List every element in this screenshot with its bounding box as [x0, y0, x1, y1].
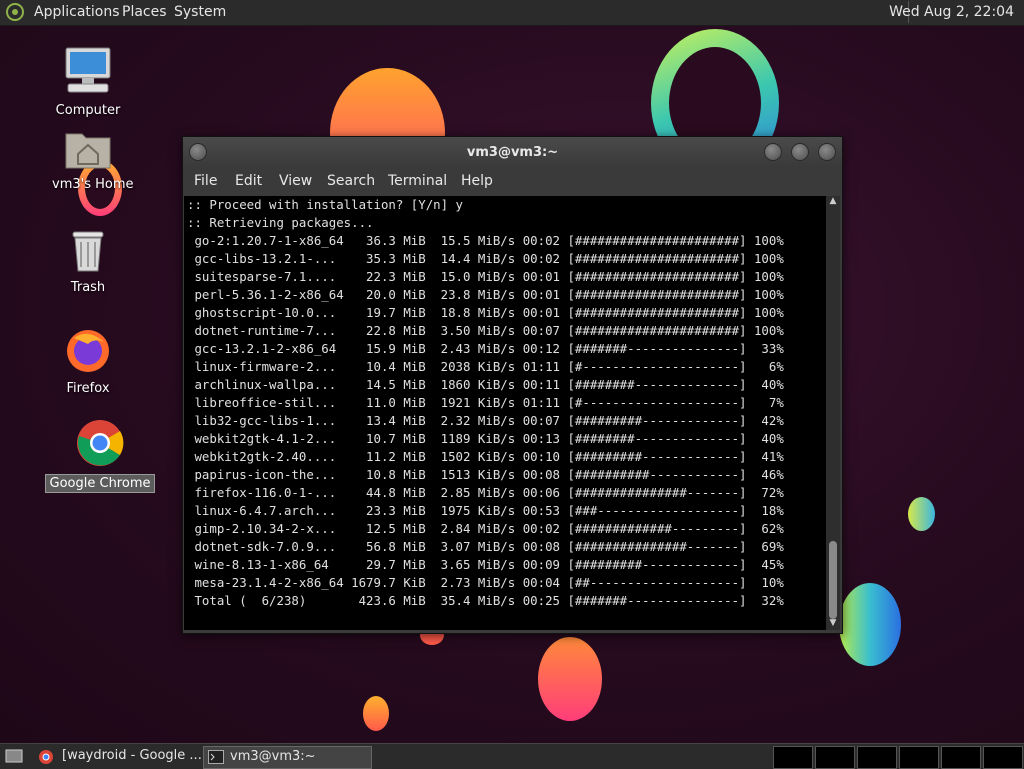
terminal-line: wine-8.13-1-x86_64 29.7 MiB 3.65 MiB/s 0…: [187, 557, 784, 572]
terminal-line: perl-5.36.1-2-x86_64 20.0 MiB 23.8 MiB/s…: [187, 287, 784, 302]
terminal-line: dotnet-sdk-7.0.9... 56.8 MiB 3.07 MiB/s …: [187, 539, 784, 554]
clock[interactable]: Wed Aug 2, 22:04: [889, 4, 1014, 20]
terminal-line: gcc-libs-13.2.1-... 35.3 MiB 14.4 MiB/s …: [187, 251, 784, 266]
desktop-icon-label: Google Chrome: [44, 474, 156, 493]
scroll-down-arrow-icon[interactable]: ▼: [826, 618, 840, 630]
terminal-scrollbar[interactable]: ▲ ▼: [826, 196, 840, 630]
places-menu[interactable]: Places: [122, 4, 167, 20]
decor-green-blue-ellipse: [839, 583, 901, 666]
menu-view[interactable]: View: [279, 173, 312, 189]
terminal-line: suitesparse-7.1.... 22.3 MiB 15.0 MiB/s …: [187, 269, 784, 284]
minimize-button[interactable]: [764, 143, 782, 161]
firefox-icon: [67, 330, 109, 372]
disk-monitor-graph[interactable]: [983, 746, 1023, 769]
taskbar-item-label: [waydroid - Google ...: [62, 748, 202, 763]
desktop-icon-label: Computer: [55, 103, 121, 118]
show-desktop-button[interactable]: [2, 746, 24, 767]
terminal-window[interactable]: vm3@vm3:~ File Edit View Search Terminal…: [182, 136, 843, 634]
terminal-output[interactable]: :: Proceed with installation? [Y/n] y ::…: [184, 196, 826, 630]
terminal-line: ghostscript-10.0... 19.7 MiB 18.8 MiB/s …: [187, 305, 784, 320]
terminal-line: dotnet-runtime-7... 22.8 MiB 3.50 MiB/s …: [187, 323, 784, 338]
terminal-line: webkit2gtk-2.40.... 11.2 MiB 1502 KiB/s …: [187, 449, 784, 464]
terminal-line: archlinux-wallpa... 14.5 MiB 1860 KiB/s …: [187, 377, 784, 392]
desktop-icon-label: vm3's Home: [52, 177, 134, 192]
taskbar-item-terminal[interactable]: vm3@vm3:~: [203, 746, 372, 769]
terminal-line: mesa-23.1.4-2-x86_64 1679.7 KiB 2.73 MiB…: [187, 575, 784, 590]
desktop-icon-label: Trash: [70, 280, 106, 295]
load-monitor-graph[interactable]: [941, 746, 981, 769]
taskbar-item-label: vm3@vm3:~: [230, 749, 316, 764]
terminal-line: webkit2gtk-4.1-2... 10.7 MiB 1189 KiB/s …: [187, 431, 784, 446]
window-titlebar[interactable]: vm3@vm3:~: [183, 137, 842, 167]
terminal-line: gimp-2.10.34-2-x... 12.5 MiB 2.84 MiB/s …: [187, 521, 784, 536]
mate-logo-icon[interactable]: [6, 3, 24, 21]
show-desktop-icon: [5, 749, 23, 763]
top-panel: Applications Places System Wed Aug 2, 22…: [0, 0, 1024, 26]
terminal-line: :: Retrieving packages...: [187, 215, 374, 230]
desktop-icon-trash[interactable]: Trash: [48, 229, 128, 296]
desktop-icon-home[interactable]: vm3's Home: [48, 128, 134, 193]
computer-icon: [65, 47, 111, 93]
terminal-line: firefox-116.0-1-... 44.8 MiB 2.85 MiB/s …: [187, 485, 784, 500]
chrome-icon: [39, 750, 53, 764]
chrome-icon: [77, 420, 124, 466]
menu-search[interactable]: Search: [327, 173, 375, 189]
scrollbar-thumb[interactable]: [829, 541, 837, 619]
trash-icon: [72, 231, 104, 272]
maximize-button[interactable]: [791, 143, 809, 161]
home-folder-icon: [65, 133, 111, 169]
menu-edit[interactable]: Edit: [235, 173, 262, 189]
terminal-icon: [208, 750, 224, 764]
terminal-line: libreoffice-stil... 11.0 MiB 1921 KiB/s …: [187, 395, 784, 410]
scroll-up-arrow-icon[interactable]: ▲: [826, 196, 840, 208]
terminal-line: Total ( 6/238) 423.6 MiB 35.4 MiB/s 00:2…: [187, 593, 784, 608]
terminal-line: linux-6.4.7.arch... 23.3 MiB 1975 KiB/s …: [187, 503, 784, 518]
close-button[interactable]: [818, 143, 836, 161]
menu-terminal[interactable]: Terminal: [388, 173, 447, 189]
terminal-line: :: Proceed with installation? [Y/n] y: [187, 197, 464, 212]
terminal-line: gcc-13.2.1-2-x86_64 15.9 MiB 2.43 MiB/s …: [187, 341, 784, 356]
terminal-menubar: File Edit View Search Terminal Help: [183, 169, 842, 195]
terminal-line: linux-firmware-2... 10.4 MiB 2038 KiB/s …: [187, 359, 784, 374]
terminal-line: lib32-gcc-libs-1... 13.4 MiB 2.32 MiB/s …: [187, 413, 784, 428]
decor-orange-dot: [363, 696, 389, 731]
swap-monitor-graph[interactable]: [899, 746, 939, 769]
memory-monitor-graph[interactable]: [815, 746, 855, 769]
window-title: vm3@vm3:~: [466, 145, 559, 160]
desktop-icon-computer[interactable]: Computer: [48, 46, 128, 119]
terminal-line: papirus-icon-the... 10.8 MiB 1513 KiB/s …: [187, 467, 784, 482]
network-monitor-graph[interactable]: [857, 746, 897, 769]
desktop-icon-firefox[interactable]: Firefox: [48, 326, 128, 397]
decor-blue-ellipse: [908, 497, 935, 531]
menu-help[interactable]: Help: [461, 173, 493, 189]
menu-file[interactable]: File: [194, 173, 217, 189]
system-menu[interactable]: System: [174, 4, 226, 20]
decor-orange-ellipse-2: [538, 637, 602, 721]
terminal-line: go-2:1.20.7-1-x86_64 36.3 MiB 15.5 MiB/s…: [187, 233, 784, 248]
bottom-panel: [waydroid - Google ... vm3@vm3:~: [0, 743, 1024, 769]
desktop-icon-label: Firefox: [66, 381, 110, 396]
applications-menu[interactable]: Applications: [34, 4, 120, 20]
desktop-icon-google-chrome[interactable]: Google Chrome: [44, 418, 174, 493]
cpu-monitor-graph[interactable]: [773, 746, 813, 769]
taskbar-item-chrome[interactable]: [waydroid - Google ...: [34, 746, 202, 767]
